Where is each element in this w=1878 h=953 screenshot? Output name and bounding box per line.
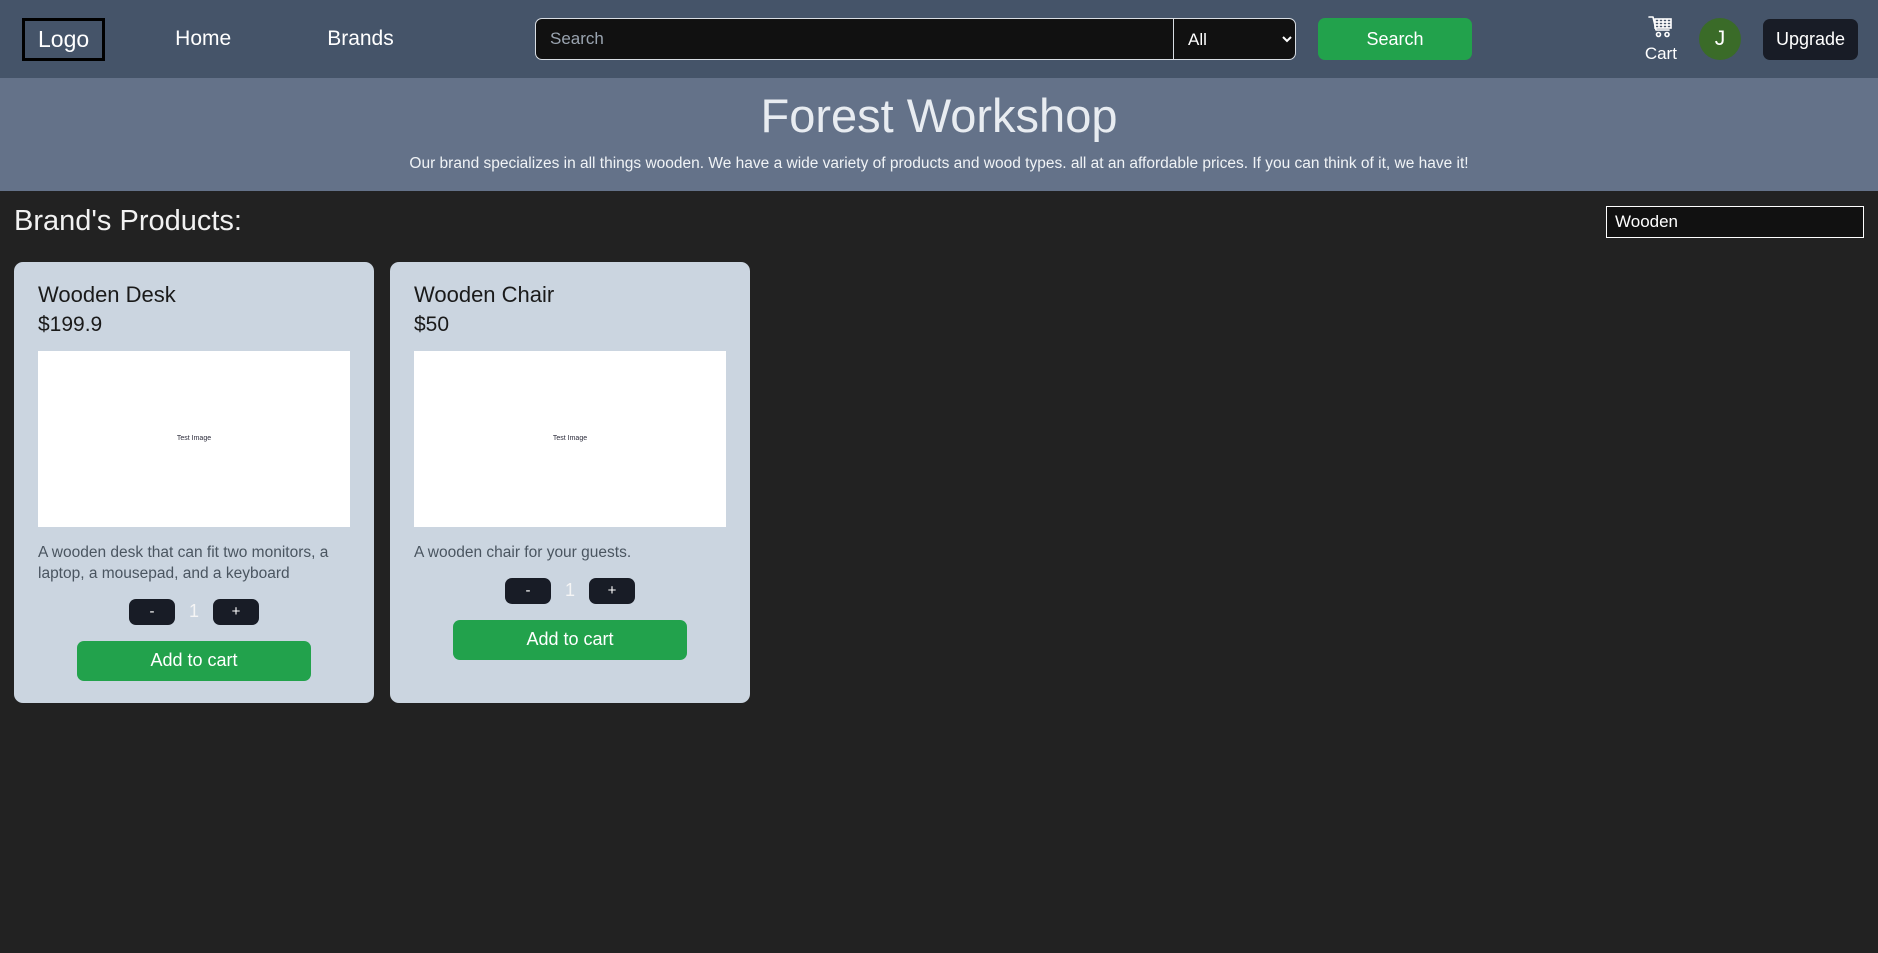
cart-label: Cart — [1644, 43, 1677, 63]
main-content: Brand's Products: Wooden Desk $199.9 Tes… — [0, 191, 1878, 703]
product-image-alt-text: Test Image — [552, 434, 588, 442]
search-category-select[interactable]: All — [1173, 18, 1296, 60]
avatar[interactable]: J — [1698, 18, 1741, 60]
product-title: Wooden Desk — [38, 282, 176, 307]
product-card[interactable]: Wooden Desk $199.9 Test Image A wooden d… — [14, 262, 374, 703]
quantity-increment-button[interactable]: + — [589, 577, 635, 604]
product-price: $199.9 — [38, 313, 103, 336]
upgrade-button[interactable]: Upgrade — [1762, 18, 1858, 60]
quantity-increment-button[interactable]: + — [213, 598, 259, 625]
product-title: Wooden Chair — [414, 282, 555, 307]
search-button[interactable]: Search — [1318, 18, 1472, 60]
logo[interactable]: Logo — [22, 17, 106, 61]
nav-link-brands[interactable]: Brands — [327, 27, 394, 51]
product-image: Test Image — [414, 351, 726, 527]
brand-description: Our brand specializes in all things wood… — [409, 155, 1469, 173]
product-filter-input[interactable] — [1606, 205, 1864, 238]
product-description: A wooden desk that can fit two monitors,… — [38, 544, 329, 582]
page-title: Brand's Products: — [14, 205, 242, 237]
product-image-alt-text: Test Image — [176, 434, 212, 442]
navbar: Logo Home Brands All Search — [0, 0, 1878, 78]
quantity-stepper: - 1 + — [38, 598, 350, 625]
cart-icon — [1648, 15, 1674, 44]
quantity-decrement-button[interactable]: - — [504, 577, 551, 604]
quantity-value: 1 — [564, 580, 575, 601]
product-image: Test Image — [38, 351, 350, 527]
hero-banner: Forest Workshop Our brand specializes in… — [0, 78, 1878, 191]
product-price: $50 — [414, 313, 450, 336]
product-card[interactable]: Wooden Chair $50 Test Image A wooden cha… — [390, 262, 750, 703]
add-to-cart-button[interactable]: Add to cart — [453, 619, 687, 660]
quantity-stepper: - 1 + — [414, 577, 726, 604]
add-to-cart-button[interactable]: Add to cart — [77, 640, 311, 681]
quantity-value: 1 — [188, 601, 199, 622]
section-header: Brand's Products: — [14, 205, 1864, 238]
cart-link[interactable]: Cart — [1645, 15, 1677, 63]
search-group: All Search — [535, 18, 1472, 60]
product-grid: Wooden Desk $199.9 Test Image A wooden d… — [14, 262, 1864, 703]
nav-link-home[interactable]: Home — [175, 27, 231, 51]
brand-title: Forest Workshop — [760, 89, 1118, 142]
product-description: A wooden chair for your guests. — [414, 544, 632, 561]
search-input[interactable] — [535, 18, 1173, 60]
quantity-decrement-button[interactable]: - — [128, 598, 175, 625]
avatar-initial: J — [1714, 27, 1726, 50]
navbar-right-group: Cart J Upgrade — [1645, 15, 1858, 63]
